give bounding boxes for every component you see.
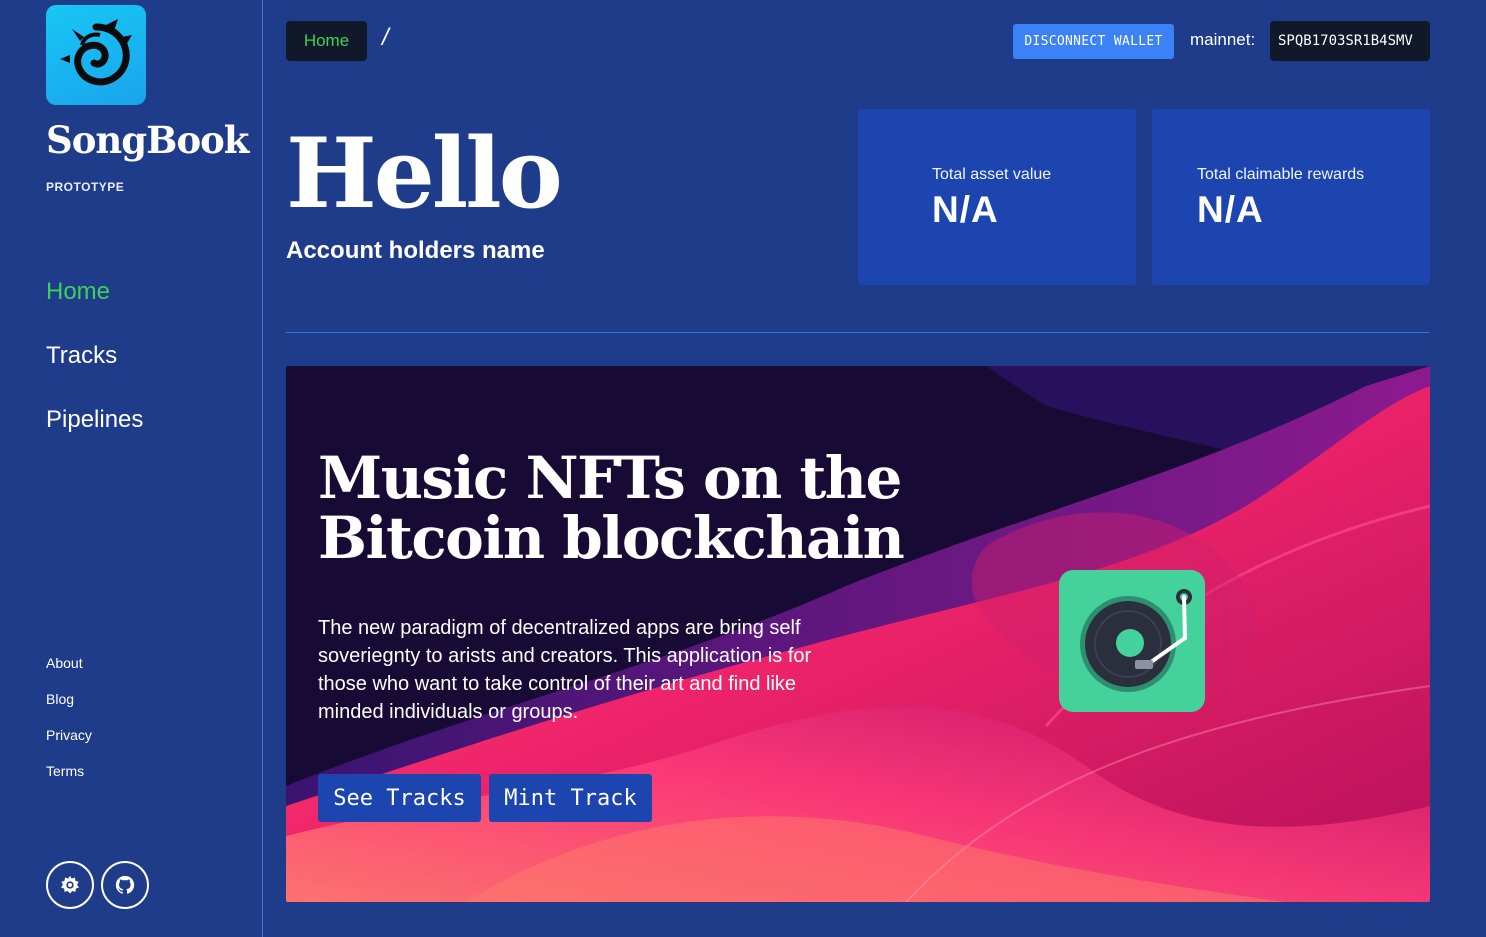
total-asset-value: N/A xyxy=(932,189,999,230)
page-title: Hello xyxy=(286,117,563,230)
footer-link-terms[interactable]: Terms xyxy=(46,763,92,779)
footer-links: About Blog Privacy Terms xyxy=(46,655,92,799)
section-divider xyxy=(286,332,1430,333)
settings-icon xyxy=(61,875,79,894)
hero-title-line-2: Bitcoin blockchain xyxy=(318,504,905,572)
hero-title: Music NFTs on the Bitcoin blockchain xyxy=(318,448,905,568)
account-holder-name: Account holders name xyxy=(286,237,545,264)
breadcrumb-home[interactable]: Home xyxy=(286,21,367,61)
dragon-logo-icon xyxy=(60,19,132,86)
nav-item-pipelines[interactable]: Pipelines xyxy=(46,404,143,435)
mint-track-button[interactable]: Mint Track xyxy=(489,774,652,822)
github-icon xyxy=(115,875,135,894)
hero-description: The new paradigm of decentralized apps a… xyxy=(318,617,812,723)
hero-title-line-1: Music NFTs on the xyxy=(318,444,902,512)
footer-link-blog[interactable]: Blog xyxy=(46,691,92,707)
hero-banner: Music NFTs on the Bitcoin blockchain The… xyxy=(286,366,1430,902)
app-brand: SongBook xyxy=(46,118,249,162)
github-button[interactable] xyxy=(101,861,149,909)
claimable-rewards-value: N/A xyxy=(1197,189,1264,230)
settings-button[interactable] xyxy=(46,861,94,909)
footer-link-privacy[interactable]: Privacy xyxy=(46,727,92,743)
app-tagline: PROTOTYPE xyxy=(46,180,125,194)
sidebar: SongBook PROTOTYPE Home Tracks Pipelines… xyxy=(0,0,263,937)
nav-item-tracks[interactable]: Tracks xyxy=(46,340,143,371)
disconnect-wallet-button[interactable]: DISCONNECT WALLET xyxy=(1013,24,1174,59)
claimable-rewards-card: Total claimable rewards N/A xyxy=(1152,109,1430,285)
nav-item-home[interactable]: Home xyxy=(46,276,143,307)
network-label: mainnet: xyxy=(1190,30,1256,49)
app-logo[interactable] xyxy=(46,5,146,105)
wallet-address[interactable]: SPQB1703SR1B4SMV xyxy=(1270,21,1430,61)
turntable-icon xyxy=(1059,570,1205,712)
main-nav: Home Tracks Pipelines xyxy=(46,276,143,468)
total-asset-label: Total asset value xyxy=(932,166,1052,183)
footer-link-about[interactable]: About xyxy=(46,655,92,671)
see-tracks-button[interactable]: See Tracks xyxy=(318,774,481,822)
total-asset-card: Total asset value N/A xyxy=(858,109,1136,285)
claimable-rewards-label: Total claimable rewards xyxy=(1197,166,1365,183)
breadcrumb-separator: / xyxy=(382,24,389,51)
